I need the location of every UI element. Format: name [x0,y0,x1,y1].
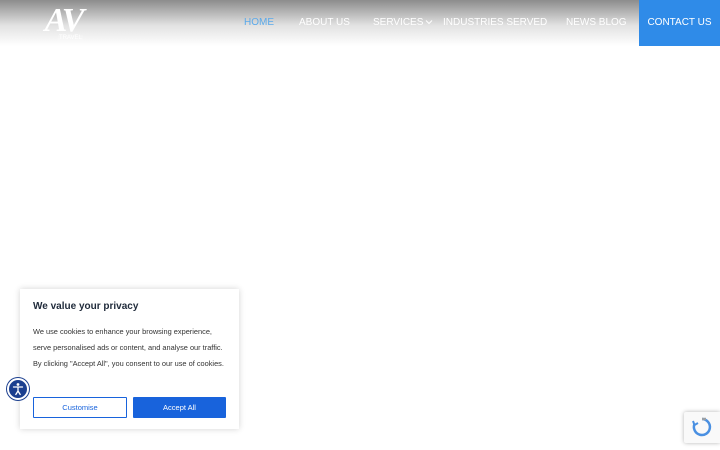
chevron-down-icon[interactable] [425,18,433,26]
cookie-description: We use cookies to enhance your browsing … [33,327,224,368]
nav-home[interactable]: HOME [244,0,274,46]
cookie-consent-banner: We value your privacy We use cookies to … [20,289,239,429]
nav-services[interactable]: SERVICES [373,0,423,46]
logo-subtitle: TRAVEL [58,35,83,41]
site-header: AV TRAVEL HOME ABOUT US SERVICES INDUSTR… [0,0,720,46]
cookie-title: We value your privacy [33,301,139,312]
accept-all-button[interactable]: Accept All [133,397,226,418]
site-logo[interactable]: AV TRAVEL [36,3,90,43]
nav-news-blog[interactable]: NEWS BLOG [566,0,627,46]
accessibility-icon[interactable] [7,378,29,400]
nav-industries-served[interactable]: INDUSTRIES SERVED [443,0,547,46]
contact-us-button[interactable]: CONTACT US [639,0,720,46]
recaptcha-icon[interactable] [684,412,720,443]
nav-about-us[interactable]: ABOUT US [299,0,350,46]
customise-button[interactable]: Customise [33,397,127,418]
